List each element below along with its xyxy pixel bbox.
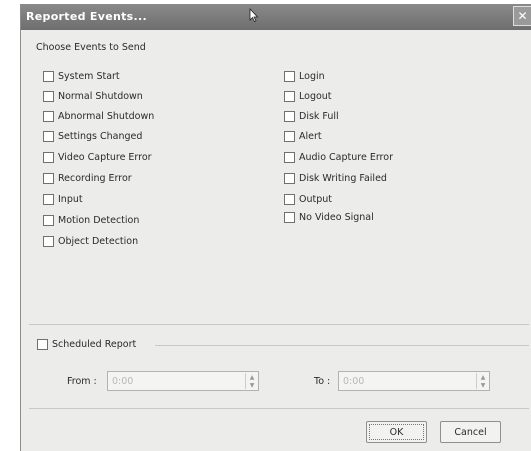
checkbox[interactable] xyxy=(43,151,54,163)
checkbox-label: Disk Full xyxy=(299,110,339,122)
checkbox-label: Settings Changed xyxy=(58,130,143,142)
event-logout[interactable]: Logout xyxy=(284,89,332,103)
checkbox[interactable] xyxy=(284,90,295,102)
section-divider xyxy=(29,324,529,325)
event-disk-full[interactable]: Disk Full xyxy=(284,109,339,123)
checkbox[interactable] xyxy=(43,214,54,226)
checkbox-label: Video Capture Error xyxy=(58,151,152,163)
checkbox-label: No Video Signal xyxy=(299,211,374,223)
checkbox-label: Logout xyxy=(299,90,332,102)
scheduled-report-option[interactable]: Scheduled Report xyxy=(37,337,136,351)
to-time-spinner[interactable]: ▲ ▼ xyxy=(476,373,489,389)
checkbox[interactable] xyxy=(284,211,295,223)
checkbox-label: Output xyxy=(299,193,332,205)
event-no-video-signal[interactable]: No Video Signal xyxy=(284,210,374,224)
checkbox[interactable] xyxy=(43,193,54,205)
checkbox[interactable] xyxy=(284,151,295,163)
checkbox-label: Motion Detection xyxy=(58,214,140,226)
event-motion-detection[interactable]: Motion Detection xyxy=(43,213,139,227)
event-audio-capture-error[interactable]: Audio Capture Error xyxy=(284,150,393,164)
checkbox-label: System Start xyxy=(58,70,120,82)
event-abnormal-shutdown[interactable]: Abnormal Shutdown xyxy=(43,109,154,123)
to-time-field[interactable]: 0:00 ▲ ▼ xyxy=(338,371,490,391)
event-alert[interactable]: Alert xyxy=(284,129,322,143)
from-time-spinner[interactable]: ▲ ▼ xyxy=(245,373,258,389)
event-system-start[interactable]: System Start xyxy=(43,69,120,83)
checkbox[interactable] xyxy=(37,338,48,350)
title-bar[interactable]: Reported Events... ✕ xyxy=(21,4,531,30)
event-object-detection[interactable]: Object Detection xyxy=(43,234,138,248)
checkbox-label: Input xyxy=(58,193,83,205)
from-time-field[interactable]: 0:00 ▲ ▼ xyxy=(107,371,259,391)
event-recording-error[interactable]: Recording Error xyxy=(43,171,132,185)
checkbox[interactable] xyxy=(43,130,54,142)
checkbox[interactable] xyxy=(284,70,295,82)
spin-down-icon[interactable]: ▼ xyxy=(246,381,258,389)
close-button[interactable]: ✕ xyxy=(513,6,531,26)
checkbox[interactable] xyxy=(284,130,295,142)
mouse-cursor-icon xyxy=(249,8,259,22)
event-output[interactable]: Output xyxy=(284,192,332,206)
event-video-capture-error[interactable]: Video Capture Error xyxy=(43,150,152,164)
spin-down-icon[interactable]: ▼ xyxy=(477,381,489,389)
event-input[interactable]: Input xyxy=(43,192,83,206)
from-time-value: 0:00 xyxy=(112,375,134,387)
checkbox-label: Disk Writing Failed xyxy=(299,172,387,184)
ok-button[interactable]: OK xyxy=(366,421,427,443)
checkbox-label: Normal Shutdown xyxy=(58,90,143,102)
spin-up-icon[interactable]: ▲ xyxy=(477,373,489,381)
checkbox[interactable] xyxy=(284,172,295,184)
checkbox[interactable] xyxy=(43,90,54,102)
checkbox[interactable] xyxy=(43,235,54,247)
checkbox[interactable] xyxy=(284,193,295,205)
checkbox[interactable] xyxy=(284,110,295,122)
schedule-group-line xyxy=(155,345,529,346)
checkbox[interactable] xyxy=(43,70,54,82)
reported-events-dialog: Reported Events... ✕ Choose Events to Se… xyxy=(20,4,531,451)
checkbox-label: Audio Capture Error xyxy=(299,151,393,163)
checkbox[interactable] xyxy=(43,172,54,184)
event-disk-writing-failed[interactable]: Disk Writing Failed xyxy=(284,171,387,185)
close-icon: ✕ xyxy=(517,9,528,23)
event-normal-shutdown[interactable]: Normal Shutdown xyxy=(43,89,143,103)
event-login[interactable]: Login xyxy=(284,69,325,83)
from-label: From : xyxy=(67,376,97,387)
event-settings-changed[interactable]: Settings Changed xyxy=(43,129,142,143)
to-time-value: 0:00 xyxy=(343,375,365,387)
cancel-button[interactable]: Cancel xyxy=(440,421,501,443)
checkbox-label: Scheduled Report xyxy=(52,338,137,350)
checkbox-label: Alert xyxy=(299,130,322,142)
checkbox-label: Recording Error xyxy=(58,172,132,184)
footer-divider xyxy=(29,408,529,409)
checkbox[interactable] xyxy=(43,110,54,122)
to-label: To : xyxy=(314,376,331,387)
checkbox-label: Object Detection xyxy=(58,235,139,247)
checkbox-label: Abnormal Shutdown xyxy=(58,110,155,122)
checkbox-label: Login xyxy=(299,70,325,82)
dialog-title: Reported Events... xyxy=(26,10,147,23)
spin-up-icon[interactable]: ▲ xyxy=(246,373,258,381)
events-group-label: Choose Events to Send xyxy=(36,42,146,53)
